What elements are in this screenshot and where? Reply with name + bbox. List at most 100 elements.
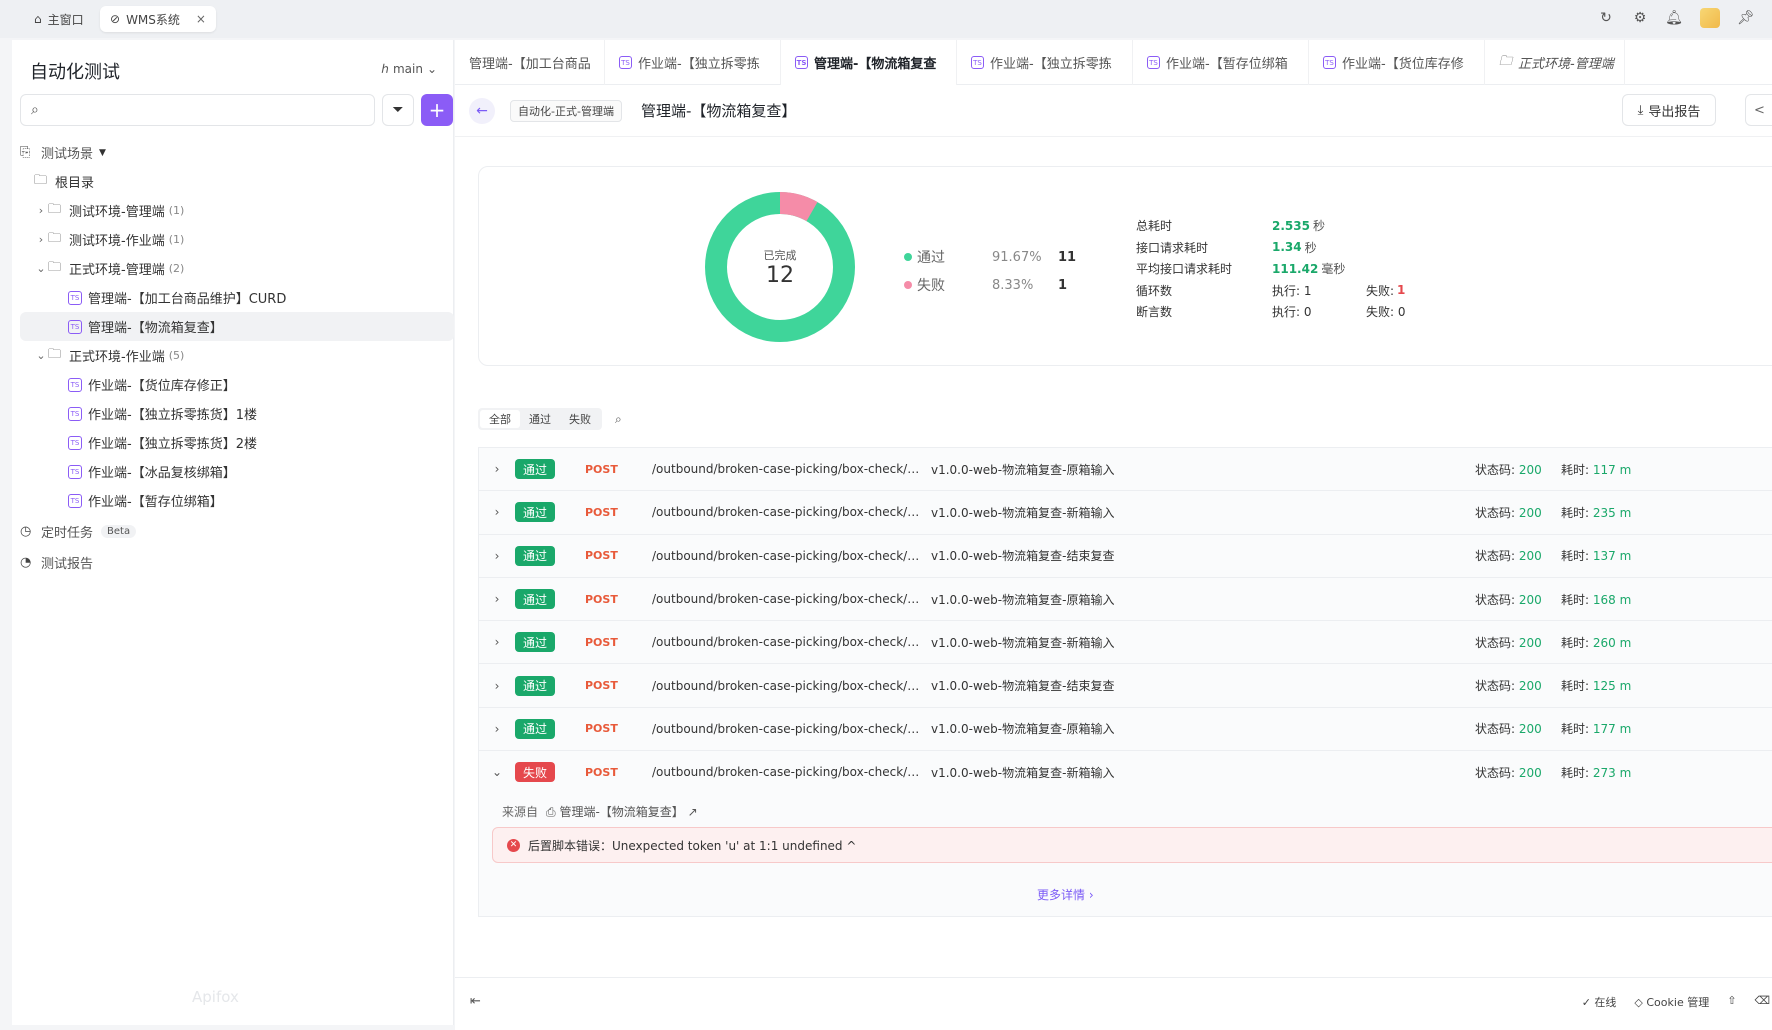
collapse-sidebar-icon[interactable]: ⇤ [470,994,481,1009]
legend-percent: 8.33% [992,277,1034,293]
tab-label: 作业端-【独立拆零拣 [990,57,1112,72]
legend-count: 1 [1058,277,1068,293]
request-path: /outbound/broken-case-picking/box-check/… [652,592,922,607]
tree-count: (2) [168,262,185,275]
request-path: /outbound/broken-case-picking/box-check/… [652,548,922,563]
chevron-down-icon: ⌄ [36,262,46,275]
filter-button[interactable]: ⏷ [382,94,414,126]
trash-icon[interactable]: ⌫ [1754,994,1770,1010]
request-row[interactable]: › 通过 POST/outbound/broken-case-picking/box… [478,447,1772,491]
tab-item[interactable]: 管理端-【加工台商品 [455,40,605,85]
request-path: /outbound/broken-case-picking/box-check/… [652,635,922,650]
request-row[interactable]: › 通过 POST/outbound/broken-case-picking/box… [478,533,1772,577]
filter-fail[interactable]: 失败 [560,410,600,428]
request-row[interactable]: › 通过 POST/outbound/broken-case-picking/box… [478,663,1772,707]
tree-item-selected[interactable]: TS 管理端-【物流箱复查】 [20,312,454,341]
ts-file-icon: TS [795,56,808,69]
share-button[interactable]: < [1745,94,1772,126]
request-row[interactable]: › 通过 POST/outbound/broken-case-picking/box… [478,490,1772,534]
tree-folder[interactable]: › 🗀 测试环境-作业端 (1) [20,225,454,254]
add-button[interactable]: + [421,94,453,126]
request-row[interactable]: ⌄ 失败 POST/outbound/broken-case-picking/box… [478,750,1772,794]
stat-total-time: 总耗时 2.535 秒 [1136,215,1406,237]
tree-item[interactable]: TS 作业端-【独立拆零拣货】1楼 [20,399,454,428]
branch-selector[interactable]: ℎ main ⌄ [381,62,437,76]
duration: 耗时: 137 m [1561,547,1631,564]
legend-label: 失败 [917,278,945,294]
back-button[interactable]: ← [469,98,495,124]
chevron-right-icon[interactable]: › [479,722,515,736]
request-row[interactable]: › 通过 POST/outbound/broken-case-picking/box… [478,706,1772,751]
pin-icon[interactable]: 📌︎ [1737,10,1755,26]
search-box: ⌕ [20,94,375,126]
avatar[interactable] [1700,8,1720,28]
filter-all[interactable]: 全部 [480,410,520,428]
plus-icon: + [428,98,446,122]
export-report-button[interactable]: ⤓ 导出报告 [1622,94,1716,126]
tree-item[interactable]: TS 作业端-【货位库存修正】 [20,370,454,399]
tree-label: 管理端-【加工台商品维护】CURD [88,292,287,307]
online-label: 在线 [1594,996,1617,1009]
nav-scheduled-tasks[interactable]: ◷ 定时任务 Beta [20,517,454,546]
request-row[interactable]: › 通过 POST/outbound/broken-case-picking/box… [478,620,1772,664]
chevron-right-icon[interactable]: › [479,505,515,519]
stats-table: 总耗时 2.535 秒 接口请求耗时 1.34 秒 平均接口请求耗时 111.4… [1136,215,1406,323]
duration-value: 117 m [1592,462,1632,477]
tab-item-active[interactable]: TS 管理端-【物流箱复查 [781,40,957,85]
arrow-left-icon: ← [476,103,488,119]
request-name: v1.0.0-web-物流箱复查-结束复查 [931,549,1115,564]
chevron-right-icon[interactable]: › [479,635,515,649]
cookie-icon: ◇ [1634,996,1643,1009]
duration: 耗时: 273 m [1561,764,1631,781]
tree-folder[interactable]: ⌄ 🗀 正式环境-管理端 (2) [20,254,454,283]
status-badge: 通过 [515,632,556,653]
page-title: 管理端-【物流箱复查】 [641,102,797,120]
tab-item[interactable]: 🗀 正式环境-管理端 [1485,40,1625,85]
refresh-icon[interactable]: ↻ [1598,10,1614,26]
scenario-icon: ⎘ [20,145,31,160]
duration-label: 耗时: [1561,722,1590,737]
footer-bar: ⇤ ✓ 在线 ◇ Cookie 管理 ⇧ ⌫ [455,977,1772,1025]
chevron-right-icon[interactable]: › [479,679,515,693]
window-tab-main[interactable]: ⌂ 主窗口 [24,6,94,32]
tree-item[interactable]: TS 作业端-【冰品复核绑箱】 [20,457,454,486]
source-link[interactable]: ⎙ 管理端-【物流箱复查】 ↗ [546,803,698,820]
chevron-down-icon[interactable]: ⌄ [479,765,515,779]
tree-folder[interactable]: ⌄ 🗀 正式环境-作业端 (5) [20,341,454,370]
search-icon[interactable]: ⌕ [615,412,622,427]
filter-pass[interactable]: 通过 [520,410,560,428]
tree-folder[interactable]: › 🗀 测试环境-管理端 (1) [20,196,454,225]
window-tab-wms[interactable]: ⊘ WMS系统 × [100,6,216,32]
request-row[interactable]: › 通过 POST/outbound/broken-case-picking/box… [478,576,1772,621]
tab-item[interactable]: TS 作业端-【暂存位绑箱 [1133,40,1309,85]
tree-section-scenarios[interactable]: ⎘ 测试场景 ▼ [20,138,454,167]
tree-root-dir[interactable]: 🗀 根目录 [20,167,454,196]
folder-icon: 🗀 [34,172,48,188]
legend-percent: 91.67% [992,249,1042,265]
http-method: POST [585,549,618,563]
nav-test-reports[interactable]: ◔ 测试报告 [20,548,454,577]
cookie-label: Cookie 管理 [1646,996,1710,1009]
cookie-manager[interactable]: ◇ Cookie 管理 [1634,994,1709,1010]
chevron-right-icon[interactable]: › [479,549,515,563]
online-status[interactable]: ✓ 在线 [1582,994,1617,1010]
upload-icon[interactable]: ⇧ [1727,994,1736,1010]
tab-item[interactable]: TS 作业端-【独立拆零拣 [957,40,1133,85]
duration-value: 177 m [1592,722,1632,737]
bell-icon[interactable]: 🔔︎ [1665,10,1683,26]
tree-item[interactable]: TS 作业端-【独立拆零拣货】2楼 [20,428,454,457]
more-details-link[interactable]: 更多详情 › [1037,886,1094,903]
gear-icon[interactable]: ⚙ [1632,10,1648,26]
search-input[interactable] [51,101,361,119]
close-icon[interactable]: × [196,12,206,26]
tab-item[interactable]: TS 作业端-【货位库存修 [1309,40,1485,85]
tree-item[interactable]: TS 管理端-【加工台商品维护】CURD [20,283,454,312]
tree-label: 测试环境-作业端 [69,234,165,249]
chevron-right-icon: › [38,204,44,217]
donut-center-total: 12 [766,263,794,288]
tree-item[interactable]: TS 作业端-【暂存位绑箱】 [20,486,454,515]
chevron-right-icon[interactable]: › [479,592,515,606]
tree-count: (1) [168,233,185,246]
chevron-right-icon[interactable]: › [479,462,515,476]
tab-item[interactable]: TS 作业端-【独立拆零拣 [605,40,781,85]
